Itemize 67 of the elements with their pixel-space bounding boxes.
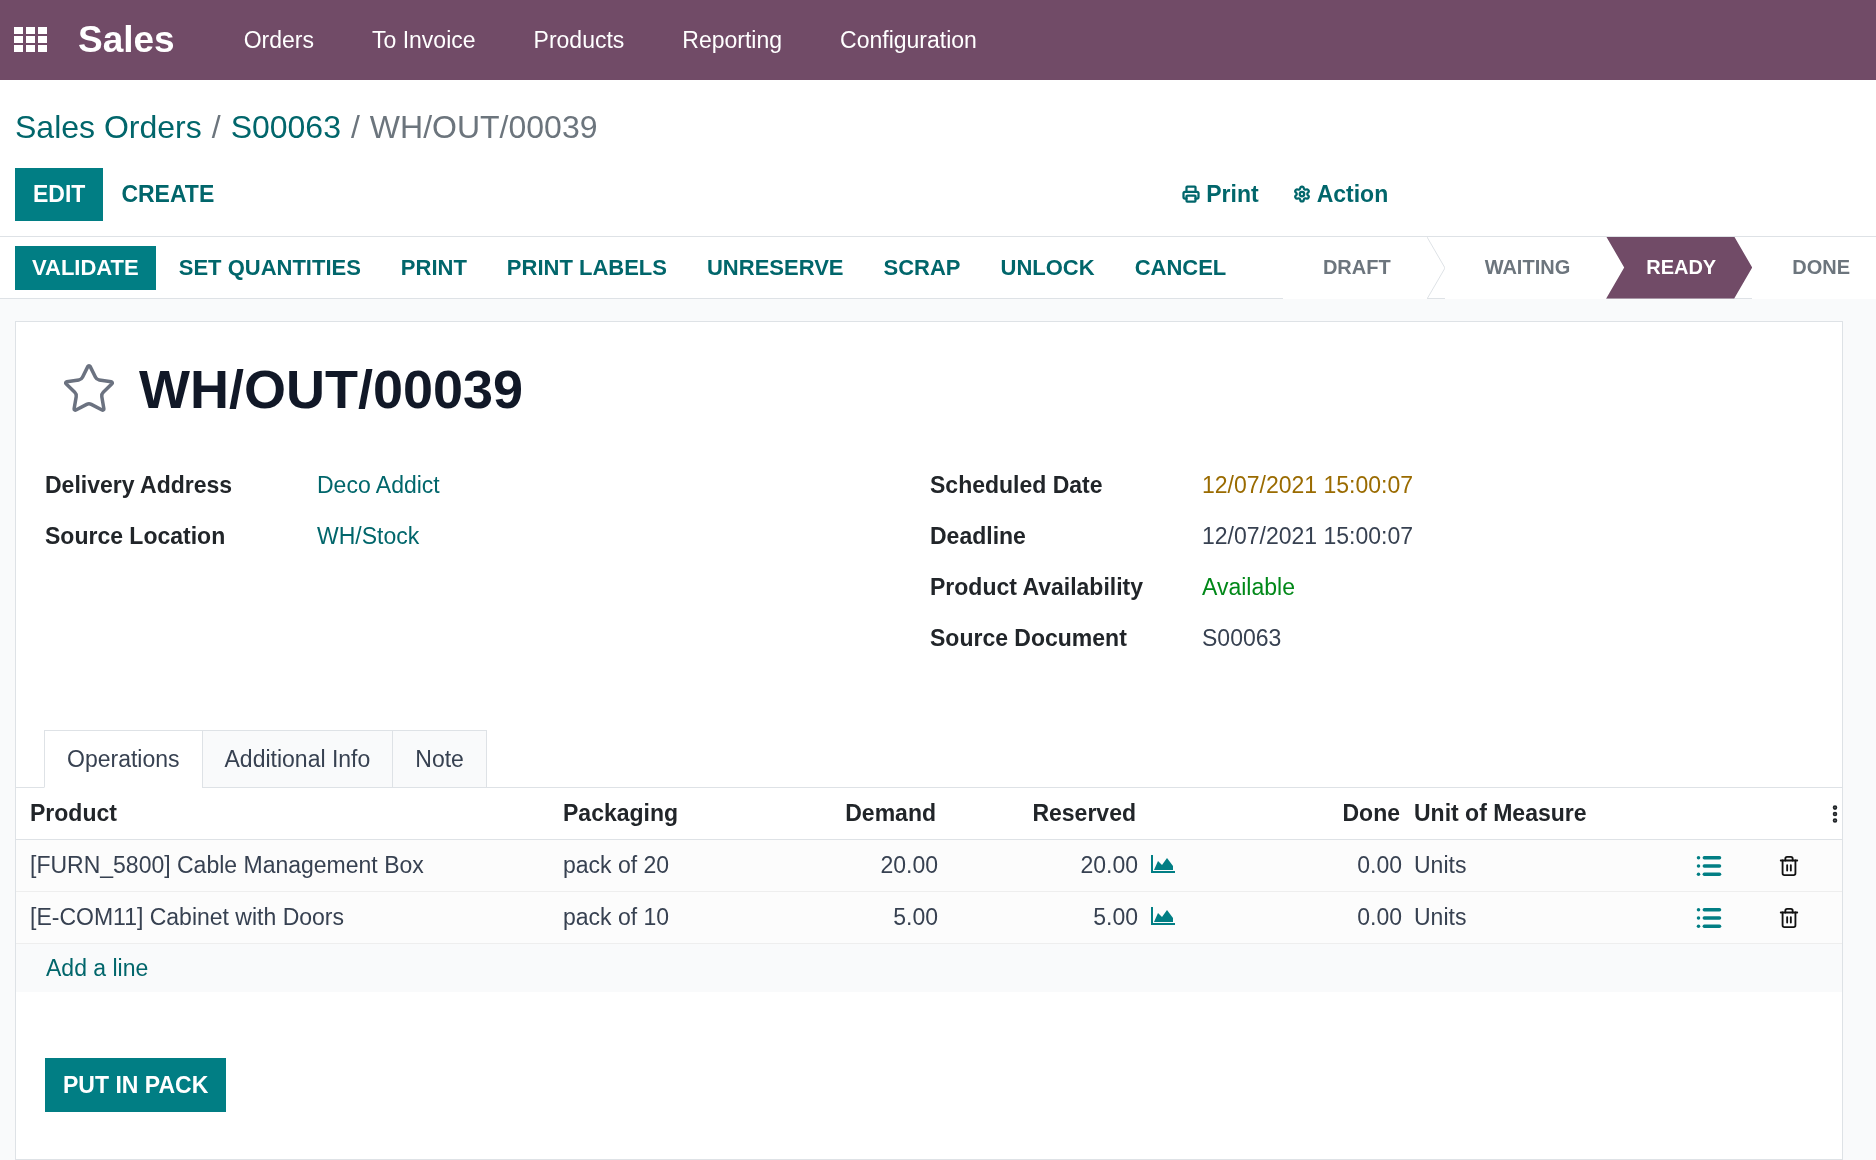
field-value: 12/07/2021 15:00:07: [1202, 522, 1414, 551]
app-title: Sales: [78, 19, 175, 61]
print-icon: [1182, 185, 1201, 203]
link-button[interactable]: SCRAP: [866, 245, 978, 290]
table-cell-text: [E-COM11] Cabinet with Doors: [30, 904, 345, 931]
link-button[interactable]: UNRESERVE: [690, 245, 861, 290]
area-chart-icon[interactable]: [1150, 905, 1176, 926]
field-value: S00063: [1202, 624, 1282, 653]
primary-button[interactable]: EDIT: [15, 167, 104, 221]
delete-icon[interactable]: [1778, 854, 1800, 877]
menu-item[interactable]: Reporting: [653, 26, 812, 54]
add-line-link[interactable]: Add a line: [46, 954, 149, 982]
table-cell-text: 20.00: [1079, 852, 1139, 879]
field-label: Delivery Address: [45, 471, 233, 500]
status-stage[interactable]: READY: [1606, 236, 1753, 299]
table-cell-text: 5.00: [1092, 904, 1139, 931]
table-cell-text: 20.00: [879, 852, 939, 879]
menu-item[interactable]: Orders: [214, 26, 343, 54]
breadcrumb-separator: /: [350, 108, 360, 146]
link-button[interactable]: CREATE: [103, 167, 233, 221]
menu-item[interactable]: Configuration: [811, 26, 1006, 54]
field-label: Deadline: [930, 522, 1026, 551]
breadcrumb-link[interactable]: Sales Orders: [15, 108, 202, 146]
field-link[interactable]: WH/Stock: [317, 511, 420, 562]
table-cell-text: 0.00: [1356, 904, 1403, 931]
menu-item[interactable]: Products: [504, 26, 654, 54]
column-header[interactable]: Demand: [753, 800, 950, 827]
action-button[interactable]: Print: [1182, 180, 1259, 208]
link-button[interactable]: PRINT LABELS: [489, 245, 684, 290]
field-label: Product Availability: [930, 573, 1143, 602]
settings-icon: [1292, 185, 1311, 203]
area-chart-icon[interactable]: [1150, 853, 1176, 874]
column-header[interactable]: Packaging: [563, 800, 753, 827]
primary-button[interactable]: VALIDATE: [15, 245, 156, 290]
table-cell-text: 0.00: [1356, 852, 1403, 879]
link-button[interactable]: UNLOCK: [983, 245, 1112, 290]
field-value: Available: [1202, 573, 1295, 602]
tab[interactable]: Operations: [44, 730, 203, 788]
column-header[interactable]: Reserved: [950, 800, 1150, 827]
table-cell-text: [FURN_5800] Cable Management Box: [30, 852, 425, 879]
action-button[interactable]: Action: [1292, 180, 1389, 208]
link-button[interactable]: PRINT: [383, 245, 484, 290]
column-header[interactable]: Product: [30, 800, 563, 827]
field-value: 12/07/2021 15:00:07: [1202, 471, 1414, 500]
table-cell-text: pack of 20: [563, 852, 671, 879]
apps-grid-icon[interactable]: [14, 27, 48, 53]
table-cell-text: 5.00: [892, 904, 939, 931]
record-title: WH/OUT/00039: [139, 358, 524, 420]
table-cell-text: Units: [1414, 904, 1468, 931]
field-link[interactable]: Deco Addict: [317, 460, 440, 511]
link-button[interactable]: CANCEL: [1117, 245, 1244, 290]
menu-item[interactable]: To Invoice: [343, 26, 505, 54]
table-cell-text: pack of 10: [563, 904, 671, 931]
breadcrumb-separator: /: [211, 108, 221, 146]
tab[interactable]: Note: [392, 730, 487, 788]
column-header[interactable]: Done: [1202, 800, 1414, 827]
field-label: Scheduled Date: [930, 471, 1103, 500]
column-header[interactable]: Unit of Measure: [1414, 800, 1664, 827]
breadcrumb-current[interactable]: WH/OUT/00039: [369, 108, 598, 146]
delete-icon[interactable]: [1778, 906, 1800, 929]
field-label: Source Document: [930, 624, 1127, 653]
field-label: Source Location: [45, 522, 226, 551]
table-cell-text: Units: [1414, 852, 1468, 879]
primary-button[interactable]: PUT IN PACK: [45, 1058, 227, 1112]
link-button[interactable]: SET QUANTITIES: [161, 245, 378, 290]
breadcrumb-link[interactable]: S00063: [230, 108, 341, 146]
tab[interactable]: Additional Info: [201, 730, 394, 788]
